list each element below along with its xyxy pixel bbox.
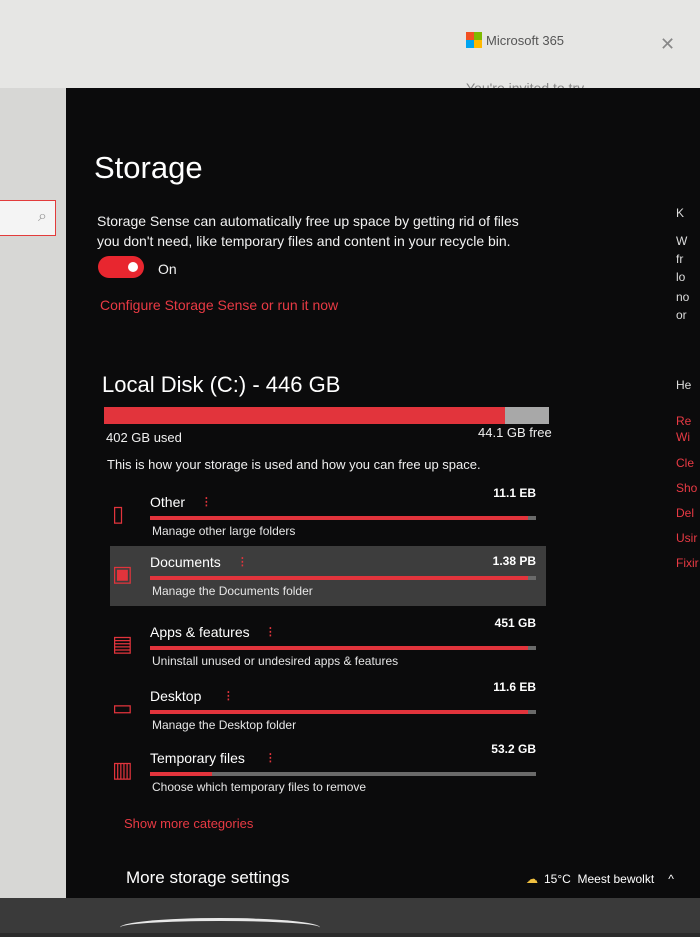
category-usage-bar xyxy=(150,710,536,714)
right-column-text: or xyxy=(676,308,687,322)
category-usage-fill xyxy=(150,772,212,776)
right-column-text: no xyxy=(676,290,690,304)
right-column-link[interactable]: Re xyxy=(676,414,691,428)
right-column-link[interactable]: Wi xyxy=(676,430,690,444)
category-usage-fill xyxy=(150,576,529,580)
category-size: 11.1 EB xyxy=(493,486,536,500)
category-action: Choose which temporary files to remove xyxy=(152,780,367,794)
loading-spinner-icon: ⁝ xyxy=(268,750,273,767)
weather-condition: Meest bewolkt xyxy=(577,872,655,886)
disk-free-label: 44.1 GB free xyxy=(478,425,552,440)
category-name: Apps & features xyxy=(150,624,250,640)
category-name: Documents xyxy=(150,554,221,570)
documents-icon: ▣ xyxy=(112,561,133,586)
folder-icon: ▯ xyxy=(112,501,125,526)
disk-title: Local Disk (C:) - 446 GB xyxy=(102,372,341,397)
right-column-text: lo xyxy=(676,270,686,284)
storage-sense-description: Storage Sense can automatically free up … xyxy=(97,213,519,249)
right-column-text: fr xyxy=(676,252,684,266)
category-name: Desktop xyxy=(150,688,202,704)
disk-used-label: 402 GB used xyxy=(106,430,182,445)
desktop-icon: ▭ xyxy=(112,695,133,720)
storage-sense-toggle[interactable] xyxy=(98,256,144,278)
right-column-text: W xyxy=(676,234,688,248)
cable xyxy=(120,918,320,937)
more-storage-settings-heading: More storage settings xyxy=(126,868,290,887)
browser-banner xyxy=(0,0,700,95)
category-usage-bar xyxy=(150,576,536,580)
right-column-link[interactable]: Fixir xyxy=(676,556,699,570)
chevron-up-icon[interactable]: ^ xyxy=(668,872,674,886)
right-column-link[interactable]: Usir xyxy=(676,531,697,545)
app-title: Microsoft 365 xyxy=(486,33,565,48)
category-size: 53.2 GB xyxy=(491,742,536,756)
toggle-knob xyxy=(128,262,138,272)
category-documents[interactable]: ▣ Documents ⁝ 1.38 PB Manage the Documen… xyxy=(110,546,546,606)
category-action: Uninstall unused or undesired apps & fea… xyxy=(152,654,399,668)
toggle-state-label: On xyxy=(158,261,177,277)
category-name: Temporary files xyxy=(150,750,245,766)
category-name: Other xyxy=(150,494,186,510)
monitor-bezel xyxy=(0,898,700,933)
loading-spinner-icon: ⁝ xyxy=(268,624,273,641)
right-column-text: K xyxy=(676,206,685,220)
right-column-link[interactable]: Del xyxy=(676,506,694,520)
category-temporary-files[interactable]: ▥ Temporary files ⁝ 53.2 GB Choose which… xyxy=(110,742,546,802)
configure-storage-sense-link[interactable]: Configure Storage Sense or run it now xyxy=(100,297,338,313)
category-size: 1.38 PB xyxy=(492,554,536,568)
right-column-link[interactable]: Sho xyxy=(676,481,697,495)
category-apps-features[interactable]: ▤ Apps & features ⁝ 451 GB Uninstall unu… xyxy=(110,616,546,676)
apps-icon: ▤ xyxy=(112,631,133,656)
search-input[interactable]: ⌕ xyxy=(0,200,56,236)
category-usage-fill xyxy=(150,516,529,520)
loading-spinner-icon: ⁝ xyxy=(240,554,245,571)
close-icon[interactable]: ✕ xyxy=(660,34,675,55)
category-size: 11.6 EB xyxy=(493,680,536,694)
category-usage-bar xyxy=(150,646,536,650)
page-title: Storage xyxy=(94,150,203,185)
loading-spinner-icon: ⁝ xyxy=(226,688,231,705)
category-action: Manage the Documents folder xyxy=(152,584,313,598)
right-column-heading: He xyxy=(676,378,692,392)
right-column-link[interactable]: Cle xyxy=(676,456,694,470)
category-size: 451 GB xyxy=(494,616,536,630)
category-other[interactable]: ▯ Other ⁝ 11.1 EB Manage other large fol… xyxy=(110,486,546,546)
trash-icon: ▥ xyxy=(112,757,133,782)
storage-usage-description: This is how your storage is used and how… xyxy=(107,457,481,472)
disk-usage-fill xyxy=(104,407,505,424)
category-desktop[interactable]: ▭ Desktop ⁝ 11.6 EB Manage the Desktop f… xyxy=(110,680,546,740)
category-usage-fill xyxy=(150,710,529,714)
category-usage-bar xyxy=(150,772,536,776)
microsoft-logo-icon xyxy=(466,32,482,48)
disk-usage-bar xyxy=(104,407,549,424)
show-more-categories-link[interactable]: Show more categories xyxy=(124,816,253,831)
search-icon: ⌕ xyxy=(38,208,47,225)
category-usage-fill xyxy=(150,646,529,650)
category-usage-bar xyxy=(150,516,536,520)
taskbar-weather[interactable]: ☁ 15°C Meest bewolkt ^ xyxy=(526,872,674,886)
category-action: Manage the Desktop folder xyxy=(152,718,297,732)
weather-temperature: 15°C xyxy=(544,872,571,886)
loading-spinner-icon: ⁝ xyxy=(204,494,209,511)
category-action: Manage other large folders xyxy=(152,524,296,538)
weather-cloud-icon: ☁ xyxy=(526,872,538,886)
